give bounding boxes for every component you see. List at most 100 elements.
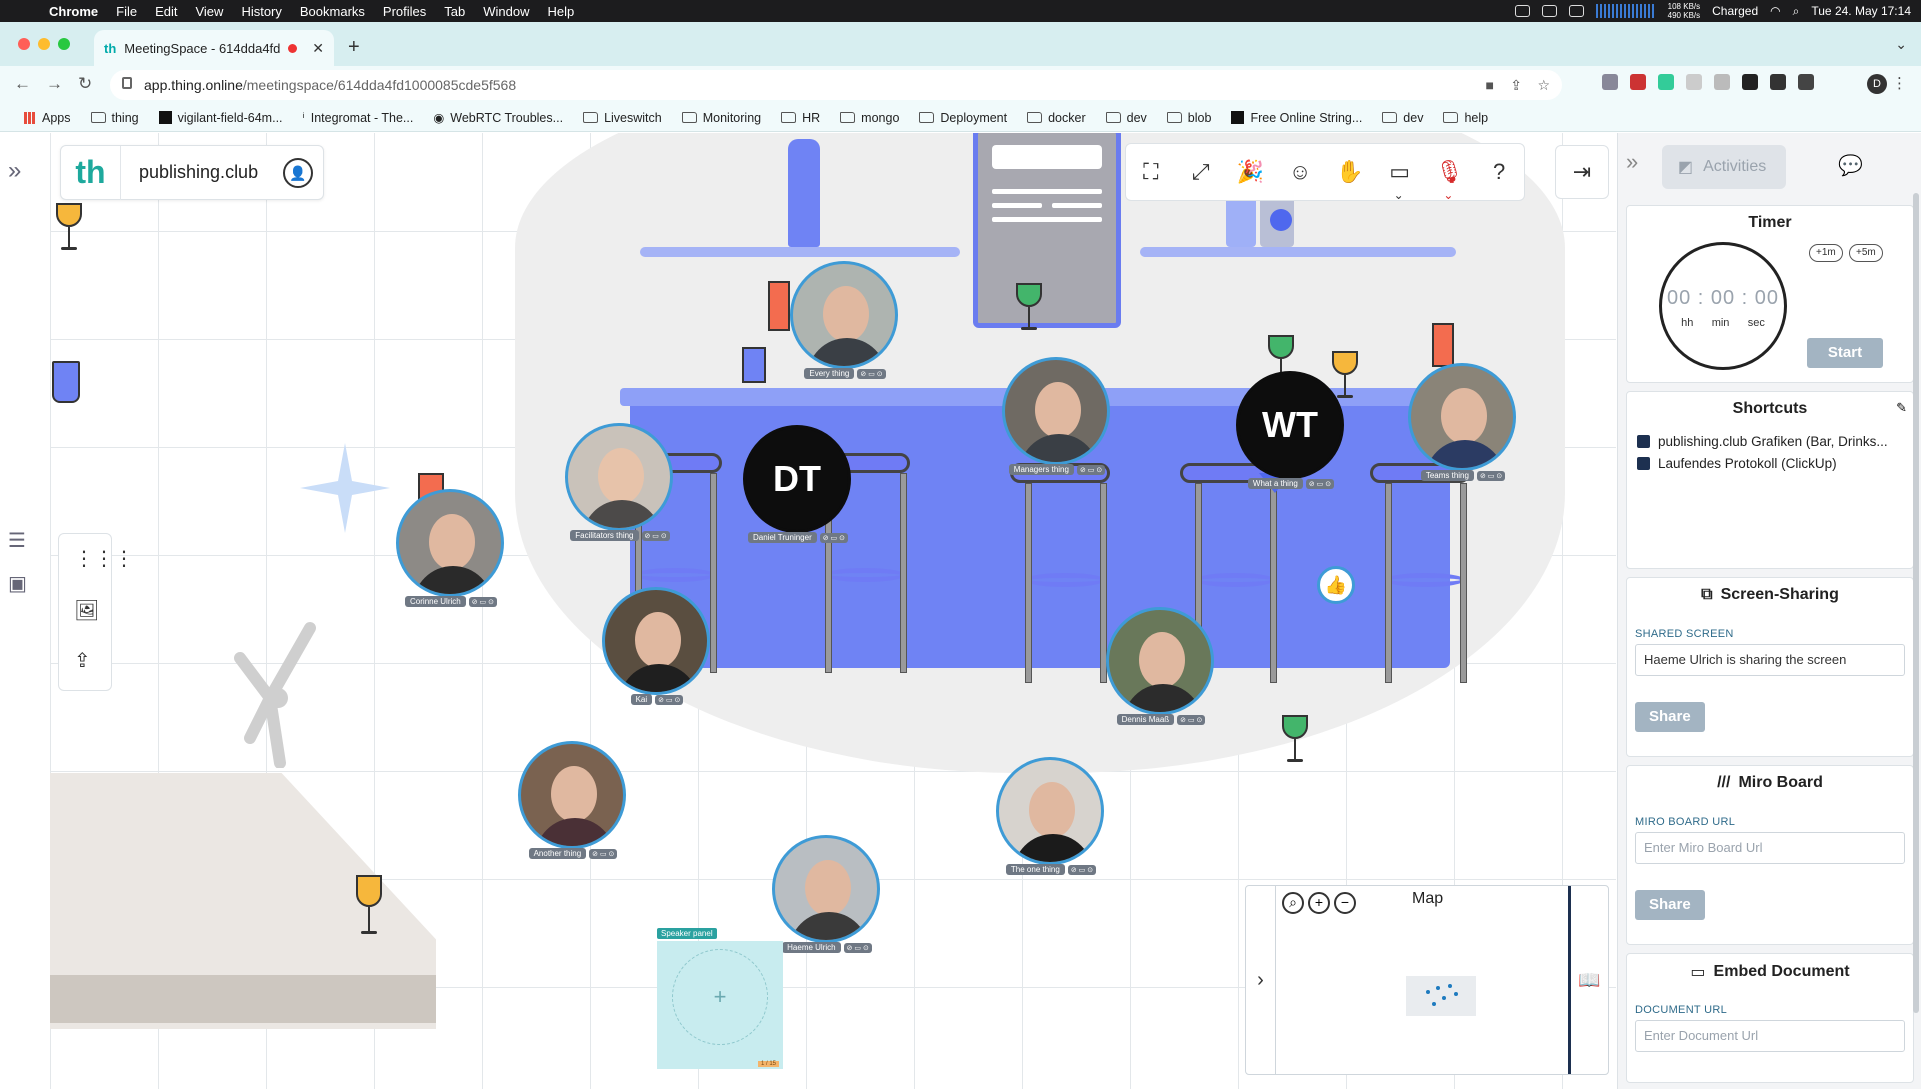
apps-grid-icon[interactable]: ⋮⋮⋮: [74, 546, 134, 571]
profile-avatar[interactable]: D: [1867, 74, 1887, 94]
minimize-window-button[interactable]: [38, 38, 50, 50]
join-speaker-slot[interactable]: +: [672, 949, 768, 1045]
menu-view[interactable]: View: [186, 4, 232, 19]
participant-avatar[interactable]: Kai ⊘ ▭ ⊙: [602, 587, 712, 705]
document-url-input[interactable]: Enter Document Url: [1635, 1020, 1905, 1052]
leave-space-button[interactable]: ⇥: [1555, 145, 1609, 199]
new-tab-button[interactable]: +: [348, 36, 360, 59]
zoom-in-icon[interactable]: +: [1308, 892, 1330, 914]
image-icon[interactable]: 🖼: [74, 598, 99, 623]
participant-avatar[interactable]: The one thing ⊘ ▭ ⊙: [996, 757, 1106, 875]
help-icon[interactable]: ?: [1483, 156, 1515, 188]
bookmark-folder[interactable]: Deployment: [909, 111, 1017, 125]
video-tile[interactable]: [602, 587, 710, 695]
initials-avatar[interactable]: WT: [1236, 371, 1344, 479]
menu-help[interactable]: Help: [539, 4, 584, 19]
address-bar[interactable]: app.thing.online/meetingspace/614dda4fd1…: [110, 70, 1562, 100]
speaker-panel[interactable]: Speaker panel + 1 / 15: [657, 928, 783, 1069]
bookmark-link[interactable]: ◉ WebRTC Troubles...: [423, 110, 573, 126]
bookmark-star-icon[interactable]: ☆: [1537, 77, 1550, 94]
browser-menu-icon[interactable]: ⋮: [1892, 74, 1907, 92]
menu-window[interactable]: Window: [474, 4, 538, 19]
minimap-panel[interactable]: › ⌕ + − Map 📖: [1245, 885, 1609, 1075]
miro-share-button[interactable]: Share: [1635, 890, 1705, 920]
user-profile-icon[interactable]: 👤: [283, 158, 313, 188]
screen-share-button[interactable]: Share: [1635, 702, 1705, 732]
bookmark-folder[interactable]: mongo: [830, 111, 909, 125]
shortcut-item[interactable]: Laufendes Protokoll (ClickUp): [1637, 456, 1837, 471]
raise-hand-icon[interactable]: ✋: [1334, 156, 1366, 188]
participant-avatar[interactable]: Facilitators thing ⊘ ▭ ⊙: [565, 423, 675, 541]
zoom-window-button[interactable]: [58, 38, 70, 50]
emoji-icon[interactable]: ☺: [1284, 156, 1316, 188]
extension-icon[interactable]: [1602, 74, 1618, 90]
bookmark-folder[interactable]: docker: [1017, 111, 1096, 125]
wifi-icon[interactable]: ◠: [1770, 4, 1780, 18]
extensions-puzzle-icon[interactable]: [1770, 74, 1786, 90]
participant-avatar[interactable]: Teams thing ⊘ ▭ ⊙: [1408, 363, 1518, 481]
bookmark-folder[interactable]: dev: [1372, 111, 1433, 125]
video-tile[interactable]: [565, 423, 673, 531]
participant-avatar[interactable]: Another thing ⊘ ▭ ⊙: [518, 741, 628, 859]
bookmark-link[interactable]: Free Online String...: [1221, 111, 1372, 125]
forward-button[interactable]: →: [46, 74, 63, 94]
video-tile[interactable]: [1002, 357, 1110, 465]
lock-icon[interactable]: [122, 77, 132, 89]
bookmark-folder[interactable]: Liveswitch: [573, 111, 672, 125]
microphone-muted-icon[interactable]: 🎙: [1433, 156, 1465, 202]
initials-avatar[interactable]: DT: [743, 425, 851, 533]
participant-avatar[interactable]: Dennis Maaß ⊘ ▭ ⊙: [1106, 607, 1216, 725]
extension-icon[interactable]: [1658, 74, 1674, 90]
extension-icon[interactable]: [1686, 74, 1702, 90]
camera-icon[interactable]: ▭: [1384, 156, 1416, 202]
tab-search-icon[interactable]: ⌄: [1895, 36, 1907, 53]
sidebar-scrollbar[interactable]: [1913, 193, 1919, 1013]
share-page-icon[interactable]: ⇪: [1510, 77, 1522, 94]
fullscreen-extension-icon[interactable]: [1742, 74, 1758, 90]
bookmark-link[interactable]: ⁱ Integromat - The...: [293, 110, 424, 126]
extension-icon[interactable]: [1630, 74, 1646, 90]
bookmark-folder[interactable]: blob: [1157, 111, 1222, 125]
menu-app-name[interactable]: Chrome: [40, 4, 107, 19]
zoom-out-icon[interactable]: −: [1334, 892, 1356, 914]
menu-bookmarks[interactable]: Bookmarks: [291, 4, 374, 19]
party-popper-icon[interactable]: 🎉: [1234, 156, 1266, 188]
map-legend-icon[interactable]: 📖: [1568, 886, 1608, 1074]
participant-avatar[interactable]: Haeme Ulrich ⊘ ▭ ⊙: [772, 835, 882, 953]
shared-screen-field[interactable]: Haeme Ulrich is sharing the screen: [1635, 644, 1905, 676]
extension-icon[interactable]: [1714, 74, 1730, 90]
bookmark-apps[interactable]: Apps: [14, 111, 81, 125]
video-tile[interactable]: [996, 757, 1104, 865]
video-tile[interactable]: [790, 261, 898, 369]
bookmark-folder[interactable]: dev: [1096, 111, 1157, 125]
upload-icon[interactable]: ⇪: [74, 648, 91, 673]
participant-avatar[interactable]: DT Daniel Truninger ⊘ ▭ ⊙: [743, 425, 853, 543]
close-window-button[interactable]: [18, 38, 30, 50]
timer-start-button[interactable]: Start: [1807, 338, 1883, 368]
participant-avatar[interactable]: Every thing ⊘ ▭ ⊙: [790, 261, 900, 379]
edit-pencil-icon[interactable]: ✎: [1896, 400, 1907, 416]
expand-panel-icon[interactable]: »: [8, 157, 21, 185]
shortcut-item[interactable]: publishing.club Grafiken (Bar, Drinks...: [1637, 434, 1888, 449]
zoom-fit-icon[interactable]: ⌕: [1282, 892, 1304, 914]
fullscreen-icon[interactable]: ⤢: [1185, 156, 1217, 188]
reload-button[interactable]: ↻: [78, 74, 92, 94]
back-button[interactable]: ←: [14, 74, 31, 94]
bookmark-folder[interactable]: thing: [81, 111, 149, 125]
notes-icon[interactable]: ☰: [8, 528, 26, 553]
clock[interactable]: Tue 24. May 17:14: [1811, 4, 1911, 18]
focus-icon[interactable]: ⛶: [1135, 156, 1167, 188]
participant-avatar[interactable]: WT What a thing ⊘ ▭ ⊙: [1236, 371, 1346, 489]
side-panel-icon[interactable]: [1798, 74, 1814, 90]
status-icon[interactable]: [1514, 5, 1530, 17]
participant-avatar[interactable]: Corinne Ulrich ⊘ ▭ ⊙: [396, 489, 506, 607]
add-five-minutes-button[interactable]: +5m: [1849, 244, 1883, 262]
bookmark-folder[interactable]: Monitoring: [672, 111, 771, 125]
minimap-view[interactable]: [1406, 976, 1476, 1016]
video-tile[interactable]: [396, 489, 504, 597]
video-tile[interactable]: [772, 835, 880, 943]
browser-tab-active[interactable]: th MeetingSpace - 614dda4fd ✕: [94, 30, 334, 66]
spotlight-icon[interactable]: ⌕: [1793, 4, 1800, 19]
menu-history[interactable]: History: [232, 4, 290, 19]
video-tile[interactable]: [1106, 607, 1214, 715]
